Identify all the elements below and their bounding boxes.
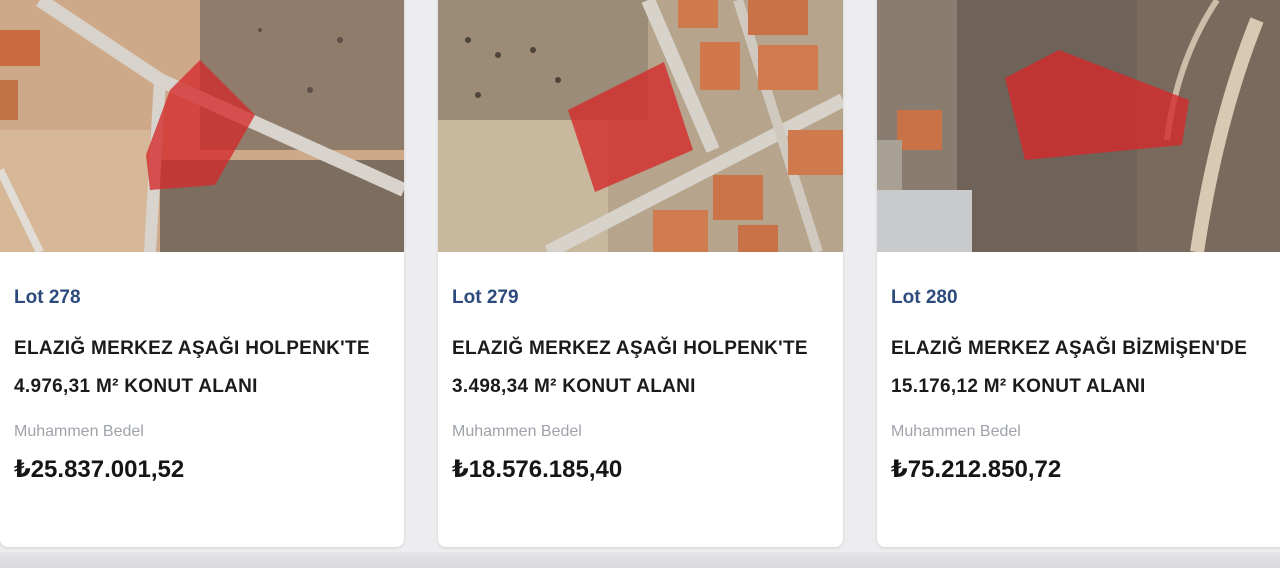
listing-title-line1: ELAZIĞ MERKEZ AŞAĞI HOLPENK'TE [14,338,370,359]
price-value: ₺25.837.001,52 [14,456,185,483]
listing-card-lot-278[interactable]: Lot 278 ELAZIĞ MERKEZ AŞAĞI HOLPENK'TE 4… [0,0,404,547]
price-label: Muhammen Bedel [452,423,582,440]
price-label: Muhammen Bedel [891,423,1021,440]
listing-title-line2: 4.976,31 M² KONUT ALANI [14,376,258,397]
parcel-map [0,0,404,252]
parcel-map [438,0,843,252]
lot-number[interactable]: Lot 280 [891,288,1280,308]
listing-title-line1: ELAZIĞ MERKEZ AŞAĞI BİZMİŞEN'DE [891,338,1248,359]
listing-card-lot-280[interactable]: Lot 280 ELAZIĞ MERKEZ AŞAĞI BİZMİŞEN'DE … [877,0,1280,547]
listing-title[interactable]: ELAZIĞ MERKEZ AŞAĞI HOLPENK'TE 3.498,34 … [452,330,837,406]
lot-number[interactable]: Lot 279 [452,288,843,308]
page-bottom-edge [0,552,1280,568]
listing-title[interactable]: ELAZIĞ MERKEZ AŞAĞI HOLPENK'TE 4.976,31 … [14,330,399,406]
listing-title[interactable]: ELAZIĞ MERKEZ AŞAĞI BİZMİŞEN'DE 15.176,1… [891,330,1276,406]
listing-title-line2: 3.498,34 M² KONUT ALANI [452,376,696,397]
lot-number[interactable]: Lot 278 [14,288,404,308]
satellite-map-image[interactable] [438,0,843,252]
price-value: ₺18.576.185,40 [452,456,623,483]
listing-card-lot-279[interactable]: Lot 279 ELAZIĞ MERKEZ AŞAĞI HOLPENK'TE 3… [438,0,843,547]
satellite-map-image[interactable] [0,0,404,252]
listing-grid: Lot 278 ELAZIĞ MERKEZ AŞAĞI HOLPENK'TE 4… [0,0,1280,568]
parcel-map [877,0,1280,252]
price-label: Muhammen Bedel [14,423,144,440]
listing-title-line2: 15.176,12 M² KONUT ALANI [891,376,1146,397]
satellite-map-image[interactable] [877,0,1280,252]
listing-title-line1: ELAZIĞ MERKEZ AŞAĞI HOLPENK'TE [452,338,808,359]
price-value: ₺75.212.850,72 [891,456,1062,483]
